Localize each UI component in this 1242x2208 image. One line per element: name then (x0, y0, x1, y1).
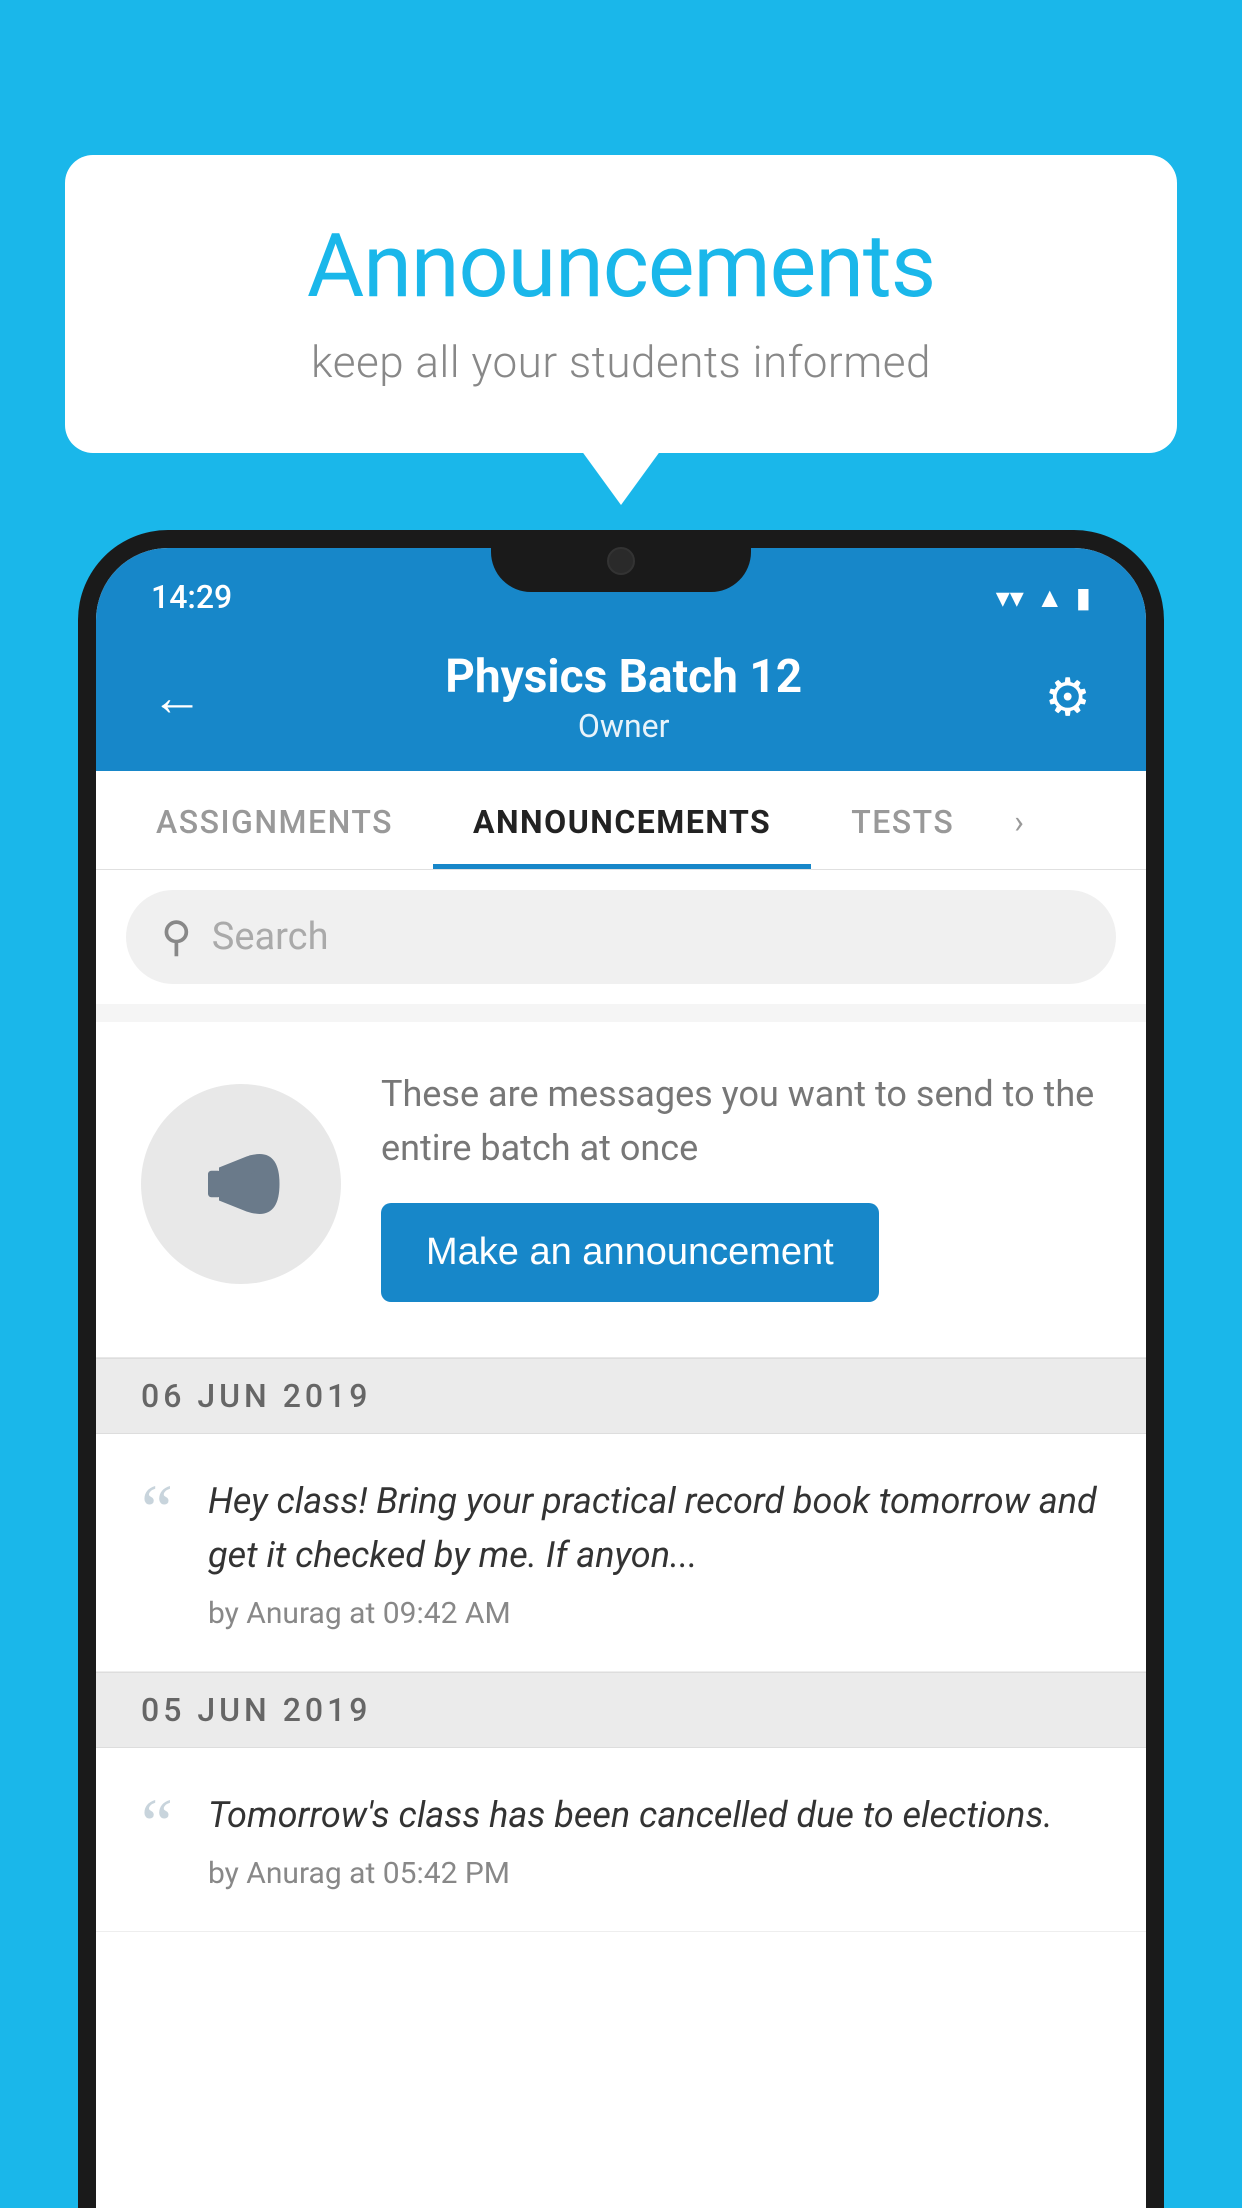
announcement-meta-2: by Anurag at 05:42 PM (208, 1856, 1101, 1891)
tabs-bar: ASSIGNMENTS ANNOUNCEMENTS TESTS › (96, 771, 1146, 870)
settings-icon[interactable]: ⚙ (1044, 672, 1091, 724)
phone-notch (491, 530, 751, 592)
date-separator-1: 06 JUN 2019 (96, 1358, 1146, 1434)
promo-card: These are messages you want to send to t… (96, 1022, 1146, 1358)
tab-announcements[interactable]: ANNOUNCEMENTS (433, 771, 811, 869)
header-center: Physics Batch 12 Owner (203, 652, 1044, 745)
speech-bubble-container: Announcements keep all your students inf… (65, 155, 1177, 453)
search-icon: ⚲ (161, 912, 192, 962)
announcement-item-2[interactable]: “ Tomorrow's class has been cancelled du… (96, 1748, 1146, 1932)
make-announcement-button[interactable]: Make an announcement (381, 1203, 879, 1302)
phone-camera (607, 547, 635, 575)
tab-tests[interactable]: TESTS (811, 771, 994, 869)
back-button[interactable]: ← (151, 672, 203, 724)
bubble-subtitle: keep all your students informed (145, 336, 1097, 388)
megaphone-icon (186, 1129, 296, 1239)
phone-mockup: 14:29 ▾▾ ▲ ▮ ← Physics Batch 12 Owner ⚙ … (78, 530, 1164, 2208)
announcement-item-1[interactable]: “ Hey class! Bring your practical record… (96, 1434, 1146, 1672)
tab-more[interactable]: › (994, 771, 1044, 869)
app-header: ← Physics Batch 12 Owner ⚙ (96, 630, 1146, 771)
announcement-meta-1: by Anurag at 09:42 AM (208, 1596, 1101, 1631)
battery-icon: ▮ (1076, 581, 1091, 614)
batch-subtitle: Owner (203, 707, 1044, 745)
content-area: ⚲ Search (96, 870, 1146, 1932)
wifi-icon: ▾▾ (996, 581, 1024, 614)
search-input[interactable]: Search (212, 915, 329, 959)
bubble-title: Announcements (145, 215, 1097, 318)
speech-bubble: Announcements keep all your students inf… (65, 155, 1177, 453)
promo-description: These are messages you want to send to t… (381, 1067, 1101, 1175)
search-bar[interactable]: ⚲ Search (126, 890, 1116, 984)
quote-icon-1: “ (141, 1482, 173, 1540)
promo-icon-circle (141, 1084, 341, 1284)
announcement-text-1: Hey class! Bring your practical record b… (208, 1474, 1101, 1582)
quote-icon-2: “ (141, 1796, 173, 1854)
phone-screen: 14:29 ▾▾ ▲ ▮ ← Physics Batch 12 Owner ⚙ … (96, 548, 1146, 2208)
announcement-text-2: Tomorrow's class has been cancelled due … (208, 1788, 1101, 1842)
promo-text-area: These are messages you want to send to t… (381, 1067, 1101, 1302)
search-bar-wrapper: ⚲ Search (96, 870, 1146, 1004)
status-icons: ▾▾ ▲ ▮ (996, 581, 1091, 614)
announcement-content-1: Hey class! Bring your practical record b… (208, 1474, 1101, 1631)
tab-assignments[interactable]: ASSIGNMENTS (116, 771, 433, 869)
batch-title: Physics Batch 12 (203, 652, 1044, 703)
announcement-content-2: Tomorrow's class has been cancelled due … (208, 1788, 1101, 1891)
date-separator-2: 05 JUN 2019 (96, 1672, 1146, 1748)
status-time: 14:29 (151, 578, 232, 616)
signal-icon: ▲ (1036, 581, 1064, 614)
